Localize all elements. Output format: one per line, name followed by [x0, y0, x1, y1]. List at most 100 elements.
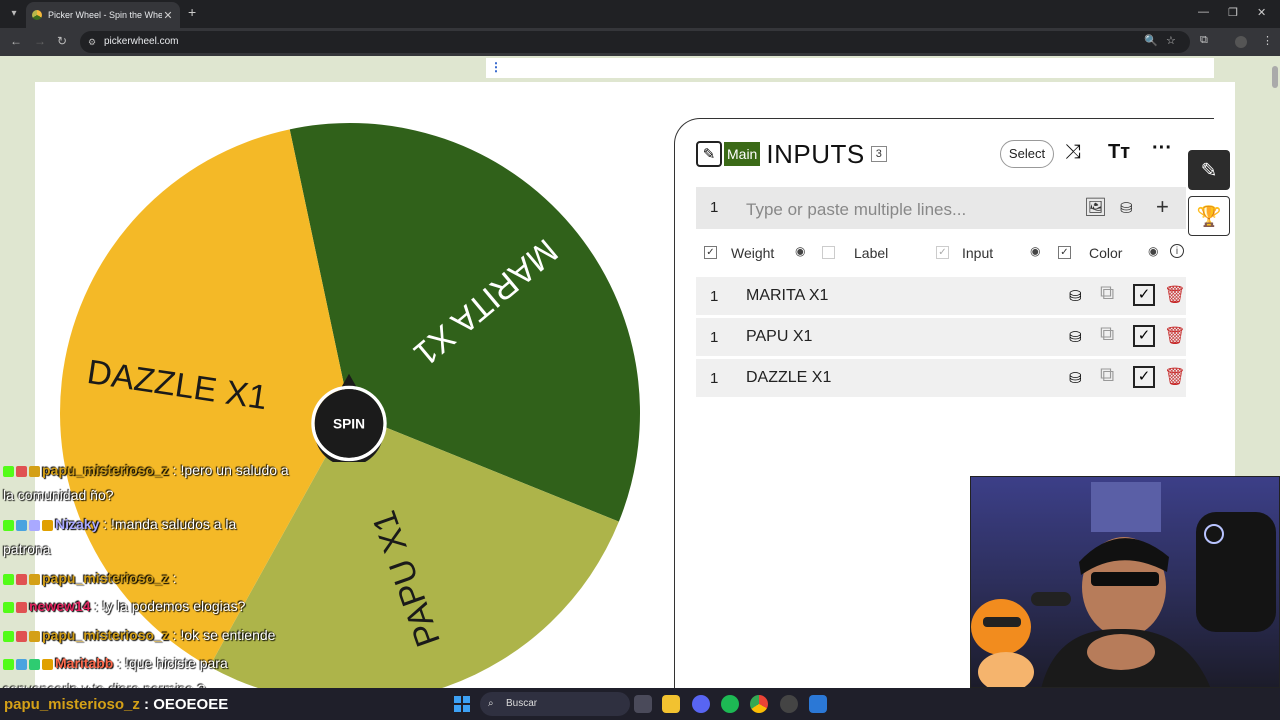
entry-weight[interactable]: 1 — [710, 329, 718, 346]
new-tab-button[interactable]: + — [188, 4, 196, 20]
enable-checkbox[interactable]: ✓ — [1133, 284, 1155, 306]
chat-message: newew14 : !y la podemos elogias? — [3, 594, 245, 619]
weight-option-label: Weight — [731, 245, 775, 261]
entry-row: 1 MARITA X1 ⛁ ⧉ ✓ 🗑 — [696, 277, 1186, 315]
file-explorer-icon[interactable] — [662, 695, 680, 713]
profile-avatar[interactable] — [1235, 36, 1247, 48]
chat-badge-icon — [16, 658, 27, 670]
chat-username: papu_misterioso_z — [42, 462, 169, 478]
chat-message: Maritabb : !que hiciste para — [3, 651, 228, 676]
notepad-icon[interactable] — [809, 695, 827, 713]
cake-icon[interactable]: ⛁ — [1069, 328, 1082, 346]
input-eye-icon[interactable]: ◉ — [1030, 244, 1040, 258]
entry-row: 1 PAPU X1 ⛁ ⧉ ✓ 🗑 — [696, 318, 1186, 356]
close-window-button[interactable]: ✕ — [1257, 6, 1266, 19]
task-view-icon[interactable] — [634, 695, 652, 713]
entry-weight[interactable]: 1 — [710, 370, 718, 387]
last-chat-user: papu_misterioso_z — [4, 696, 140, 713]
entry-text[interactable]: PAPU X1 — [746, 328, 812, 346]
weight-checkbox[interactable]: ✓ — [704, 246, 717, 259]
entry-text[interactable]: DAZZLE X1 — [746, 369, 831, 387]
delete-icon[interactable]: 🗑 — [1164, 326, 1186, 346]
chat-badge-icon — [16, 519, 27, 531]
taskbar-search[interactable]: ⌕ Buscar — [480, 692, 630, 716]
chat-text: : !y la podemos elogias? — [90, 598, 246, 614]
chat-message: patrona — [3, 537, 50, 562]
info-icon[interactable]: i — [1170, 244, 1184, 258]
tab-title: Picker Wheel - Spin the Wheel — [48, 10, 162, 20]
add-icon[interactable]: + — [1156, 194, 1169, 220]
minimize-button[interactable]: — — [1198, 6, 1209, 18]
extensions-icon[interactable]: ⧉ — [1200, 34, 1208, 47]
chat-badge-icon — [29, 465, 40, 477]
chat-message: papu_misterioso_z : !ok se entiende — [3, 623, 275, 648]
chat-username: newew14 — [29, 598, 91, 614]
duplicate-icon[interactable]: ⧉ — [1100, 364, 1114, 387]
cake-icon[interactable]: ⛁ — [1069, 287, 1082, 305]
forward-button[interactable]: → — [34, 34, 46, 48]
chat-badge-icon — [3, 601, 14, 613]
trophy-icon[interactable]: 🏆 — [1188, 196, 1230, 236]
chrome-icon[interactable] — [750, 695, 768, 713]
new-entry-weight[interactable]: 1 — [710, 199, 718, 216]
site-info-icon[interactable]: ⚙ — [88, 31, 96, 53]
search-icon: ⌕ — [488, 698, 494, 709]
image-icon[interactable]: 🖼 — [1084, 197, 1107, 218]
windows-start-icon[interactable] — [454, 696, 470, 712]
back-button[interactable]: ← — [10, 34, 22, 48]
more-icon[interactable]: ··· — [1152, 137, 1172, 160]
duplicate-icon[interactable]: ⧉ — [1100, 282, 1114, 305]
chat-badges — [3, 623, 42, 648]
restore-button[interactable]: ❐ — [1228, 6, 1238, 19]
browser-tab[interactable]: Picker Wheel - Spin the Wheel ✕ — [26, 2, 180, 28]
obs-icon[interactable] — [780, 695, 798, 713]
reload-button[interactable]: ↻ — [57, 34, 67, 48]
chat-badges — [3, 594, 29, 619]
chat-message: Nizaky : !manda saludos a la — [3, 512, 236, 537]
edit-wheel-side-icon[interactable]: ✎ — [1188, 150, 1230, 190]
edit-wheel-icon[interactable]: ✎ — [696, 141, 722, 167]
page-scrollbar[interactable] — [1272, 66, 1278, 88]
chat-text: la comunidad ño? — [3, 487, 114, 503]
chat-badge-icon — [42, 519, 53, 531]
tab-search-dropdown-icon[interactable]: ▾ — [6, 6, 22, 22]
weight-eye-icon[interactable]: ◉ — [795, 244, 805, 258]
color-checkbox[interactable]: ✓ — [1058, 246, 1071, 259]
label-option-label: Label — [854, 245, 889, 261]
inputs-title: INPUTS — [766, 138, 865, 169]
discord-icon[interactable] — [692, 695, 710, 713]
bookmark-star-icon[interactable]: ☆ — [1166, 34, 1176, 47]
enable-checkbox[interactable]: ✓ — [1133, 366, 1155, 388]
label-checkbox[interactable] — [822, 246, 835, 259]
entry-text[interactable]: MARITA X1 — [746, 287, 828, 305]
browser-menu-icon[interactable]: ⋮ — [1262, 34, 1273, 47]
main-badge[interactable]: Main — [724, 142, 761, 166]
color-eye-icon[interactable]: ◉ — [1148, 244, 1158, 258]
zoom-icon[interactable]: 🔍 — [1144, 34, 1158, 47]
text-size-icon[interactable]: Tт — [1108, 141, 1130, 164]
url-field[interactable]: ⚙ pickerwheel.com — [80, 31, 1190, 53]
cake-icon[interactable]: ⛁ — [1069, 369, 1082, 387]
more-options-icon[interactable]: ⋮ — [490, 60, 502, 74]
chat-badge-icon — [3, 658, 14, 670]
chat-badge-icon — [3, 519, 14, 531]
new-entry-input[interactable]: Type or paste multiple lines... — [746, 200, 966, 220]
spin-button[interactable]: SPIN — [304, 372, 394, 462]
entry-weight[interactable]: 1 — [710, 288, 718, 305]
shuffle-icon[interactable]: ⤨ — [1065, 141, 1081, 164]
chat-badge-icon — [3, 630, 14, 642]
cake-icon[interactable]: ⛁ — [1120, 199, 1133, 217]
delete-icon[interactable]: 🗑 — [1164, 367, 1186, 387]
select-button[interactable]: Select — [1000, 140, 1054, 168]
tab-close-icon[interactable]: ✕ — [162, 9, 174, 22]
side-toolbar: ✎ 🏆 — [1188, 150, 1230, 240]
delete-icon[interactable]: 🗑 — [1164, 285, 1186, 305]
last-chat-text: : OEOEOEE — [139, 696, 229, 713]
input-checkbox[interactable]: ✓ — [936, 246, 949, 259]
chat-message: papu_misterioso_z : — [3, 566, 177, 591]
chat-text: : — [168, 570, 177, 586]
browser-tab-bar: ▾ Picker Wheel - Spin the Wheel ✕ + — ❐ … — [0, 0, 1280, 28]
spotify-icon[interactable] — [721, 695, 739, 713]
duplicate-icon[interactable]: ⧉ — [1100, 323, 1114, 346]
enable-checkbox[interactable]: ✓ — [1133, 325, 1155, 347]
